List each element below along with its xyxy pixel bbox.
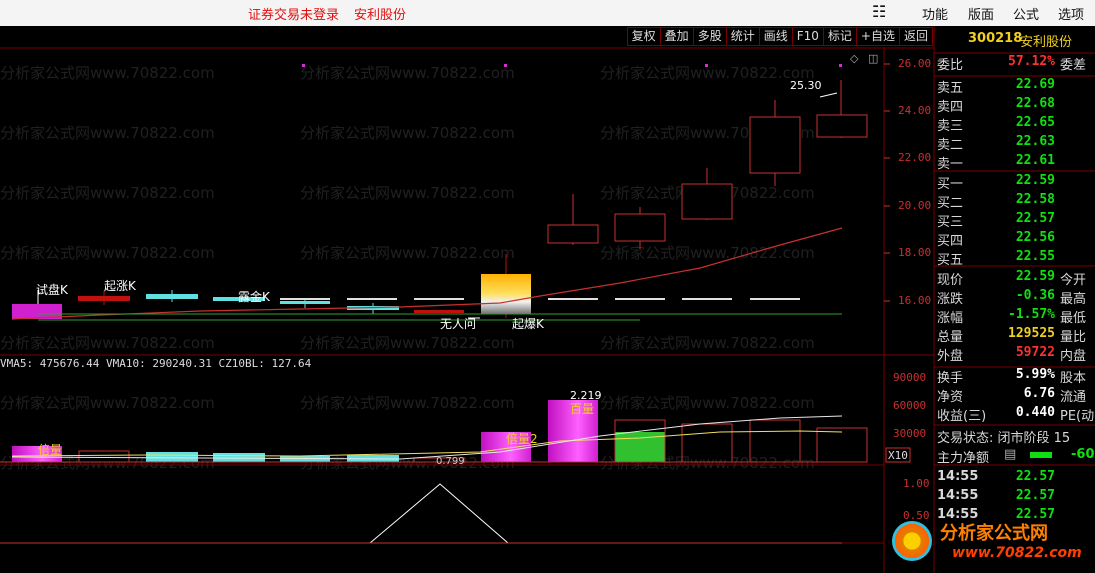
ask-label: 卖四 [937,100,964,115]
bid-label: 买三 [937,215,964,230]
quote-panel: 300218 安利股份 委比 57.12% 委差 卖五 22.69 卖四 22.68… [936,26,1095,573]
table-icon[interactable]: ▤ [1004,447,1016,462]
stat-right-label: 股本 [1060,371,1087,386]
stat-right-label: 今开 [1060,273,1087,288]
stat-value: -0.36 [1015,288,1055,303]
volume-scale-label: X10 [888,449,908,462]
volume-axis-label: 90000 [893,371,927,384]
bid-price: 22.56 [1015,230,1055,245]
logo-name: 分析家公式网 [940,523,1048,544]
annotation-hundred: 百量 [570,402,595,416]
ask-price: 22.61 [1015,153,1055,168]
ask-label: 卖五 [937,81,964,96]
stat-value: 22.59 [1015,269,1055,284]
bid-label: 买五 [937,253,964,268]
stat-value: 129525 [1008,326,1055,341]
price-axis-label: 16.00 [898,294,932,307]
annotation-burst: 起爆K [512,317,544,331]
stock-code: 300218 [968,31,1023,46]
ask-label: 卖一 [937,157,964,172]
ask-price: 22.68 [1015,96,1055,111]
stat-right-label: 最高 [1060,292,1087,307]
annotation-start: 起涨K [104,279,136,293]
stat-label: 涨幅 [937,311,964,326]
tick-time: 14:55 [937,488,979,503]
stat-label: 涨跌 [937,292,964,307]
main-net-value: -60 [1071,447,1095,462]
price-axis-label: 24.00 [898,104,932,117]
volume-indicator-line: VMA5: 475676.44 VMA10: 290240.31 CZ10BL:… [0,357,312,370]
bid-price: 22.57 [1015,211,1055,226]
bid-label: 买二 [937,196,964,211]
site-logo: 分析家公式网 www.70822.com [888,515,1093,571]
tick-price: 22.57 [1015,488,1055,503]
peak-price-label: 25.30 [790,79,822,92]
wei-cha-label: 委差 [1060,58,1087,73]
price-axis-label: 20.00 [898,199,932,212]
bid-price: 22.59 [1015,173,1055,188]
price-axis-label: 18.00 [898,246,932,259]
stat-label: 收益(三) [937,409,987,424]
ask-price: 22.65 [1015,115,1055,130]
flower-icon [892,521,932,561]
stat-right-label: PE(动 [1060,409,1095,424]
main-net-label: 主力净额 [937,451,990,466]
bid-label: 买一 [937,177,964,192]
ask-price: 22.63 [1015,134,1055,149]
bid-label: 买四 [937,234,964,249]
bid-price: 22.58 [1015,192,1055,207]
stat-label: 外盘 [937,349,964,364]
diamond-icon[interactable]: ◇ [850,52,858,65]
stock-name: 安利股份 [1020,35,1073,50]
stat-value: 6.76 [1023,386,1055,401]
panel-toggle-icon[interactable]: ◫ [868,52,878,65]
wei-bi-value: 57.12% [1008,54,1055,69]
stat-label: 总量 [937,330,964,345]
stat-right-label: 量比 [1060,330,1087,345]
annotation-no-one: 无人问 [440,317,477,331]
stat-right-label: 流通 [1060,390,1087,405]
ask-label: 卖三 [937,119,964,134]
ask-price: 22.69 [1015,77,1055,92]
annotation-wash: 露金K [238,290,270,304]
stat-value: -1.57% [1008,307,1055,322]
stat-label: 净资 [937,390,964,405]
stat-right-label: 最低 [1060,311,1087,326]
wei-bi-label: 委比 [937,58,964,73]
annotation-double2: 倍量2 [506,432,538,446]
trade-status: 交易状态: 闭市阶段 15 [937,431,1071,446]
price-axis-label: 26.00 [898,57,932,70]
stat-label: 现价 [937,273,964,288]
ask-label: 卖二 [937,138,964,153]
bid-price: 22.55 [1015,249,1055,264]
stat-value: 0.440 [1015,405,1055,420]
tick-time: 14:55 [937,469,979,484]
stat-right-label: 内盘 [1060,349,1087,364]
stat-value: 5.99% [1015,367,1055,382]
annotation-trial: 试盘K [36,283,68,297]
volume-ratio-label: 2.219 [570,389,602,402]
annotation-double1: 倍量 [38,443,63,457]
stat-value: 59722 [1015,345,1055,360]
tick-price: 22.57 [1015,469,1055,484]
volume-low-label: 0.799 [436,456,465,467]
price-axis-label: 22.00 [898,151,932,164]
logo-url: www.70822.com [952,545,1082,561]
volume-axis-label: 60000 [893,399,927,412]
osc-axis-label: 1.00 [903,477,930,490]
stat-label: 换手 [937,371,964,386]
chart-canvas[interactable] [0,0,1095,573]
volume-axis-label: 30000 [893,427,927,440]
